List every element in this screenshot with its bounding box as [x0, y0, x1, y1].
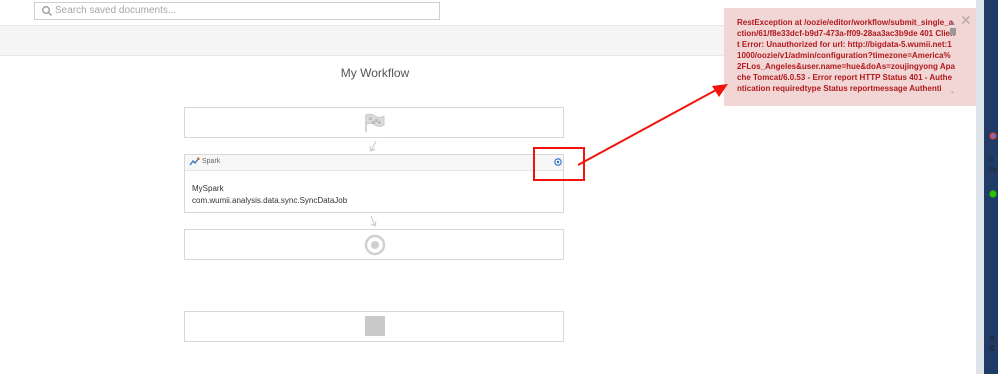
- flag-icon: [365, 113, 385, 132]
- search-icon: [42, 6, 52, 16]
- spark-action-name[interactable]: MySpark: [192, 184, 224, 193]
- spark-main-class[interactable]: com.wumii.analysis.data.sync.SyncDataJob: [192, 196, 347, 205]
- desktop-label: Ch: [989, 168, 997, 174]
- desktop-label: G: [989, 158, 994, 164]
- connector-arrow: [370, 215, 377, 227]
- scroll-up-icon[interactable]: ▲: [950, 21, 956, 27]
- stop-icon: [365, 316, 385, 336]
- error-notification: RestException at /oozie/editor/workflow/…: [724, 8, 976, 106]
- spark-action-node[interactable]: Spark MySpark com.wumii.analysis.data.sy…: [184, 154, 564, 213]
- annotation-highlight-box: [533, 147, 585, 181]
- desktop-background: [984, 0, 998, 374]
- spark-node-type-label: Spark: [202, 158, 221, 165]
- chrome-icon[interactable]: [989, 132, 997, 140]
- scroll-down-icon[interactable]: ⌄: [950, 88, 955, 95]
- spark-node-header: Spark: [185, 155, 563, 171]
- connector-arrow: [369, 140, 377, 152]
- close-icon[interactable]: ✕: [960, 12, 972, 29]
- scrollbar-thumb[interactable]: [950, 28, 956, 35]
- spark-logo-icon: [189, 157, 200, 166]
- end-node[interactable]: [184, 229, 564, 260]
- wechat-icon[interactable]: [989, 190, 997, 198]
- search-field[interactable]: Search saved documents...: [34, 2, 440, 20]
- end-target-icon: [364, 234, 386, 256]
- workflow-title[interactable]: My Workflow: [280, 66, 470, 80]
- error-message[interactable]: RestException at /oozie/editor/workflow/…: [737, 17, 955, 105]
- kill-node[interactable]: [184, 311, 564, 342]
- desktop-label: 有道: [989, 337, 996, 352]
- desktop-edge: G Ch 有道: [976, 0, 998, 374]
- search-input[interactable]: Search saved documents...: [55, 5, 176, 16]
- start-node[interactable]: [184, 107, 564, 138]
